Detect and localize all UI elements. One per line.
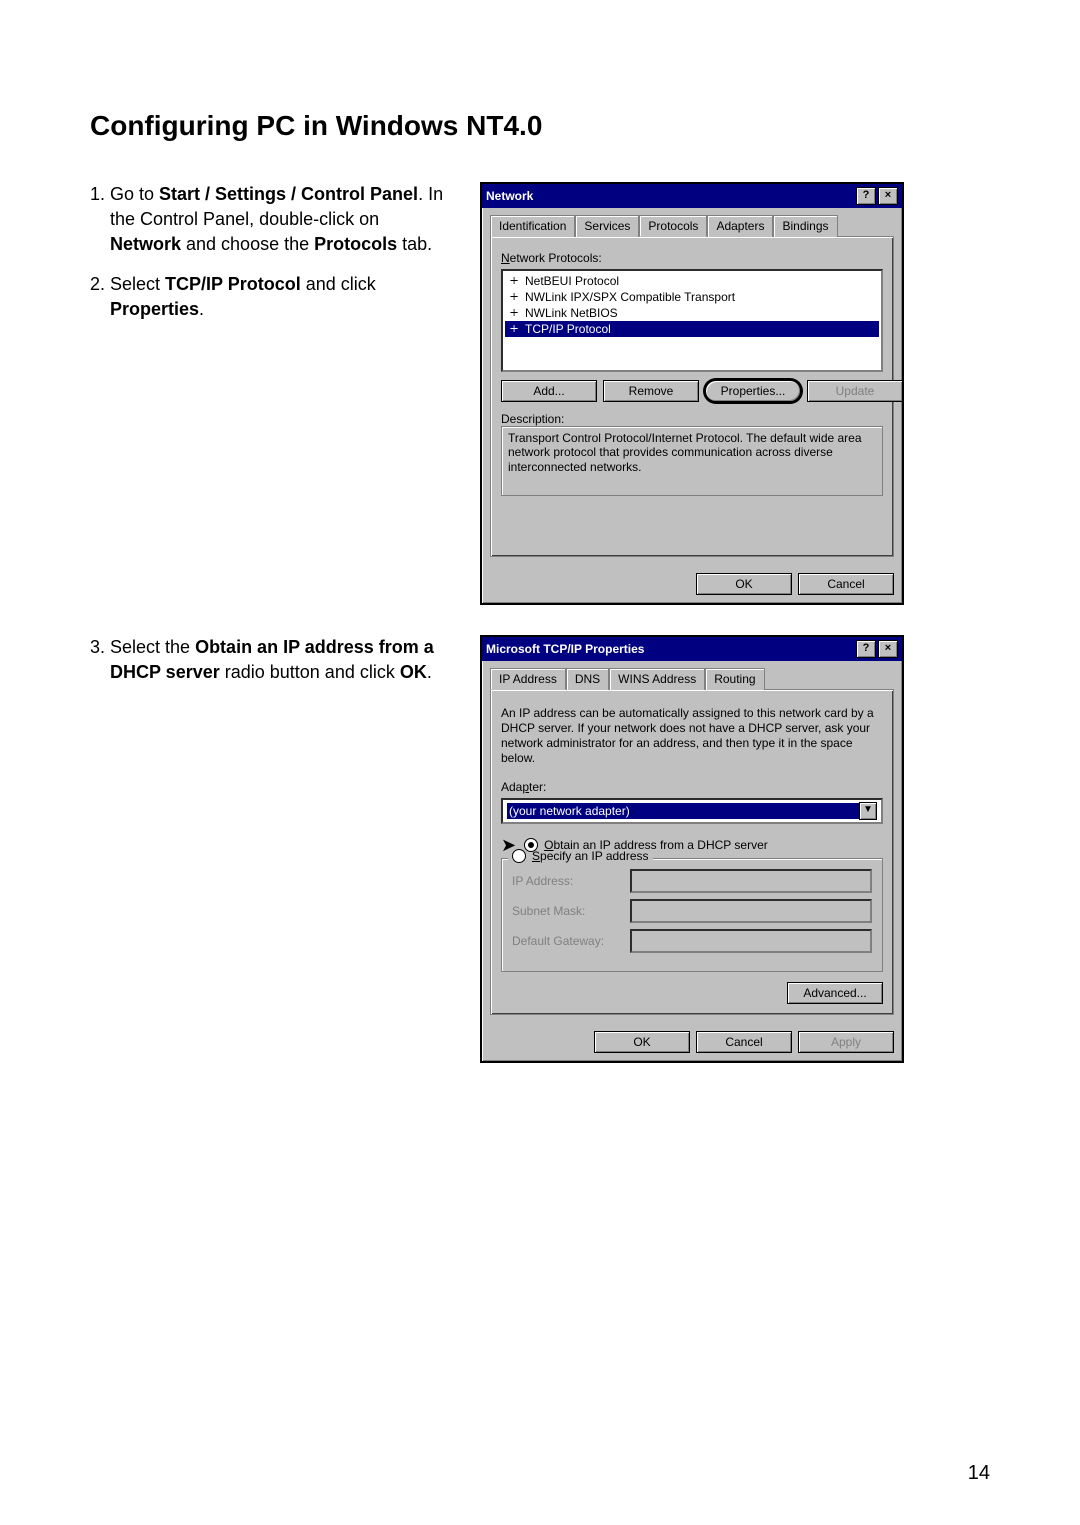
help-icon[interactable]: ? <box>856 187 876 205</box>
list-item[interactable]: 🞣NWLink IPX/SPX Compatible Transport <box>505 289 879 305</box>
step-2: Select TCP/IP Protocol and click Propert… <box>110 272 450 322</box>
page-title: Configuring PC in Windows NT4.0 <box>90 110 990 142</box>
page-number: 14 <box>968 1462 990 1485</box>
tcpip-tabs: IP Address DNS WINS Address Routing <box>490 667 894 690</box>
description-text: Transport Control Protocol/Internet Prot… <box>501 426 883 496</box>
protocol-icon: 🞣 <box>507 275 521 288</box>
instructions-block-2: Select the Obtain an IP address from a D… <box>90 635 450 699</box>
remove-button[interactable]: Remove <box>603 380 699 402</box>
protocol-icon: 🞣 <box>507 291 521 304</box>
network-dialog: Network ? × Identification Services Prot… <box>480 182 904 605</box>
tab-adapters[interactable]: Adapters <box>707 215 773 237</box>
protocols-listbox[interactable]: 🞣NetBEUI Protocol 🞣NWLink IPX/SPX Compat… <box>501 269 883 372</box>
instructions-block-1: Go to Start / Settings / Control Panel. … <box>90 182 450 336</box>
tab-identification[interactable]: Identification <box>490 215 575 237</box>
close-icon[interactable]: × <box>878 640 898 658</box>
tcpip-dialog: Microsoft TCP/IP Properties ? × IP Addre… <box>480 635 904 1063</box>
cursor-icon: ➤ <box>501 839 516 851</box>
tab-dns[interactable]: DNS <box>566 668 609 690</box>
tcpip-titlebar[interactable]: Microsoft TCP/IP Properties ? × <box>482 637 902 661</box>
advanced-button[interactable]: Advanced... <box>787 982 883 1004</box>
tab-ip-address[interactable]: IP Address <box>490 668 566 690</box>
adapter-selected: (your network adapter) <box>507 803 859 819</box>
list-item[interactable]: 🞣NetBEUI Protocol <box>505 273 879 289</box>
update-button: Update <box>807 380 903 402</box>
description-label: Description: <box>501 412 883 426</box>
tcpip-info-text: An IP address can be automatically assig… <box>501 706 883 766</box>
tcpip-title: Microsoft TCP/IP Properties <box>486 642 644 656</box>
step-3: Select the Obtain an IP address from a D… <box>110 635 450 685</box>
network-titlebar[interactable]: Network ? × <box>482 184 902 208</box>
apply-button: Apply <box>798 1031 894 1053</box>
network-title: Network <box>486 189 533 203</box>
ok-button[interactable]: OK <box>696 573 792 595</box>
properties-button[interactable]: Properties... <box>705 380 801 402</box>
close-icon[interactable]: × <box>878 187 898 205</box>
default-gateway-input <box>630 929 872 953</box>
tab-wins[interactable]: WINS Address <box>609 668 705 690</box>
protocol-icon: 🞣 <box>507 307 521 320</box>
subnet-mask-label: Subnet Mask: <box>512 904 622 918</box>
ip-address-label: IP Address: <box>512 874 622 888</box>
cancel-button[interactable]: Cancel <box>798 573 894 595</box>
network-tabs: Identification Services Protocols Adapte… <box>490 214 894 237</box>
adapter-dropdown[interactable]: (your network adapter) ▼ <box>501 798 883 824</box>
default-gateway-label: Default Gateway: <box>512 934 622 948</box>
network-protocols-label: NNetwork Protocols:etwork Protocols: <box>501 251 883 265</box>
adapter-label: Adapter:Adapter: <box>501 780 883 794</box>
subnet-mask-input <box>630 899 872 923</box>
step-1: Go to Start / Settings / Control Panel. … <box>110 182 450 258</box>
tab-bindings[interactable]: Bindings <box>773 215 837 237</box>
radio-icon[interactable] <box>512 849 526 863</box>
add-button[interactable]: Add... <box>501 380 597 402</box>
tab-services[interactable]: Services <box>575 215 639 237</box>
cancel-button[interactable]: Cancel <box>696 1031 792 1053</box>
list-item-selected[interactable]: 🞣TCP/IP Protocol <box>505 321 879 337</box>
chevron-down-icon[interactable]: ▼ <box>859 802 877 820</box>
protocol-icon: 🞣 <box>507 323 521 336</box>
list-item[interactable]: 🞣NWLink NetBIOS <box>505 305 879 321</box>
ok-button[interactable]: OK <box>594 1031 690 1053</box>
ip-address-input <box>630 869 872 893</box>
help-icon[interactable]: ? <box>856 640 876 658</box>
tab-routing[interactable]: Routing <box>705 668 764 690</box>
tab-protocols[interactable]: Protocols <box>639 215 707 237</box>
